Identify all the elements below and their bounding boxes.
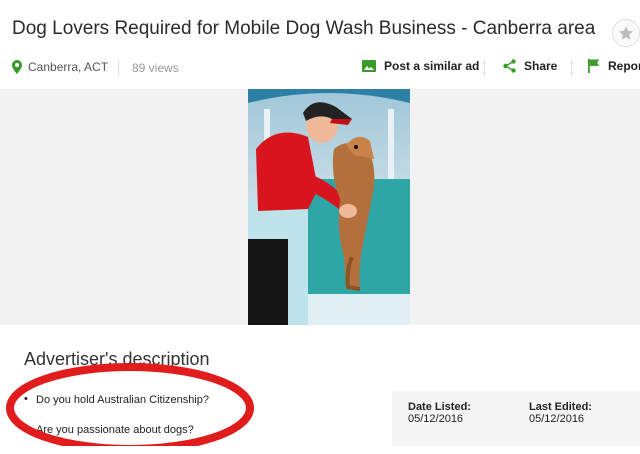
view-count: 89 views (132, 61, 179, 75)
dog-wash-photo (248, 89, 410, 325)
divider (571, 60, 572, 76)
listing-photo[interactable] (248, 89, 410, 325)
list-item: Do you hold Australian Citizenship? (24, 393, 209, 424)
share-button[interactable]: Share (503, 59, 557, 73)
image-icon (362, 60, 376, 72)
listing-title: Dog Lovers Required for Mobile Dog Wash … (12, 18, 596, 39)
favourite-button[interactable] (612, 19, 640, 47)
divider (118, 60, 119, 76)
flag-icon (588, 59, 600, 73)
image-gallery (0, 89, 640, 325)
location-text: Canberra, ACT (28, 60, 109, 74)
description-list: Do you hold Australian Citizenship? Are … (24, 393, 209, 454)
post-similar-ad-button[interactable]: Post a similar ad (362, 59, 479, 73)
report-label: Report (608, 59, 640, 73)
star-icon (619, 26, 633, 40)
list-item: Are you passionate about dogs? (24, 423, 209, 454)
share-icon (503, 59, 516, 73)
listing-details-panel: Date Listed: 05/12/2016 Last Edited: 05/… (392, 391, 640, 446)
date-listed-label: Date Listed: (408, 401, 471, 413)
date-listed: Date Listed: 05/12/2016 (408, 401, 471, 425)
report-button[interactable]: Report (588, 59, 640, 73)
location: Canberra, ACT (12, 60, 108, 74)
share-label: Share (524, 59, 558, 73)
post-similar-ad-label: Post a similar ad (384, 59, 480, 73)
description-heading: Advertiser's description (24, 349, 210, 369)
map-pin-icon (12, 60, 22, 74)
listing-meta-row: Canberra, ACT 89 views Post a similar ad… (0, 57, 640, 79)
date-listed-value: 05/12/2016 (408, 413, 464, 425)
divider (484, 60, 485, 76)
last-edited: Last Edited: 05/12/2016 (529, 401, 592, 425)
last-edited-value: 05/12/2016 (529, 413, 585, 425)
last-edited-label: Last Edited: (529, 401, 592, 413)
